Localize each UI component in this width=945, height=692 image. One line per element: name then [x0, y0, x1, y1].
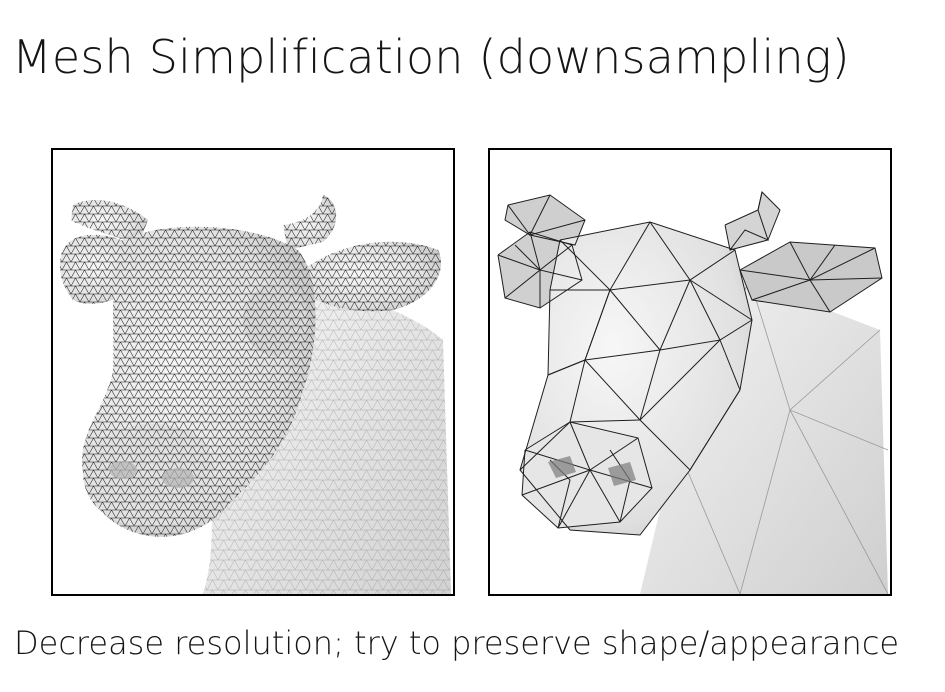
dense-mesh-panel	[51, 148, 455, 596]
cow-head-dense-mesh-icon	[59, 195, 451, 594]
slide-title: Mesh Simplification (downsampling)	[12, 30, 850, 84]
cow-head-coarse-mesh-icon	[497, 191, 889, 594]
simplified-mesh-panel	[488, 148, 892, 596]
slide-caption: Decrease resolution; try to preserve sha…	[14, 624, 900, 662]
